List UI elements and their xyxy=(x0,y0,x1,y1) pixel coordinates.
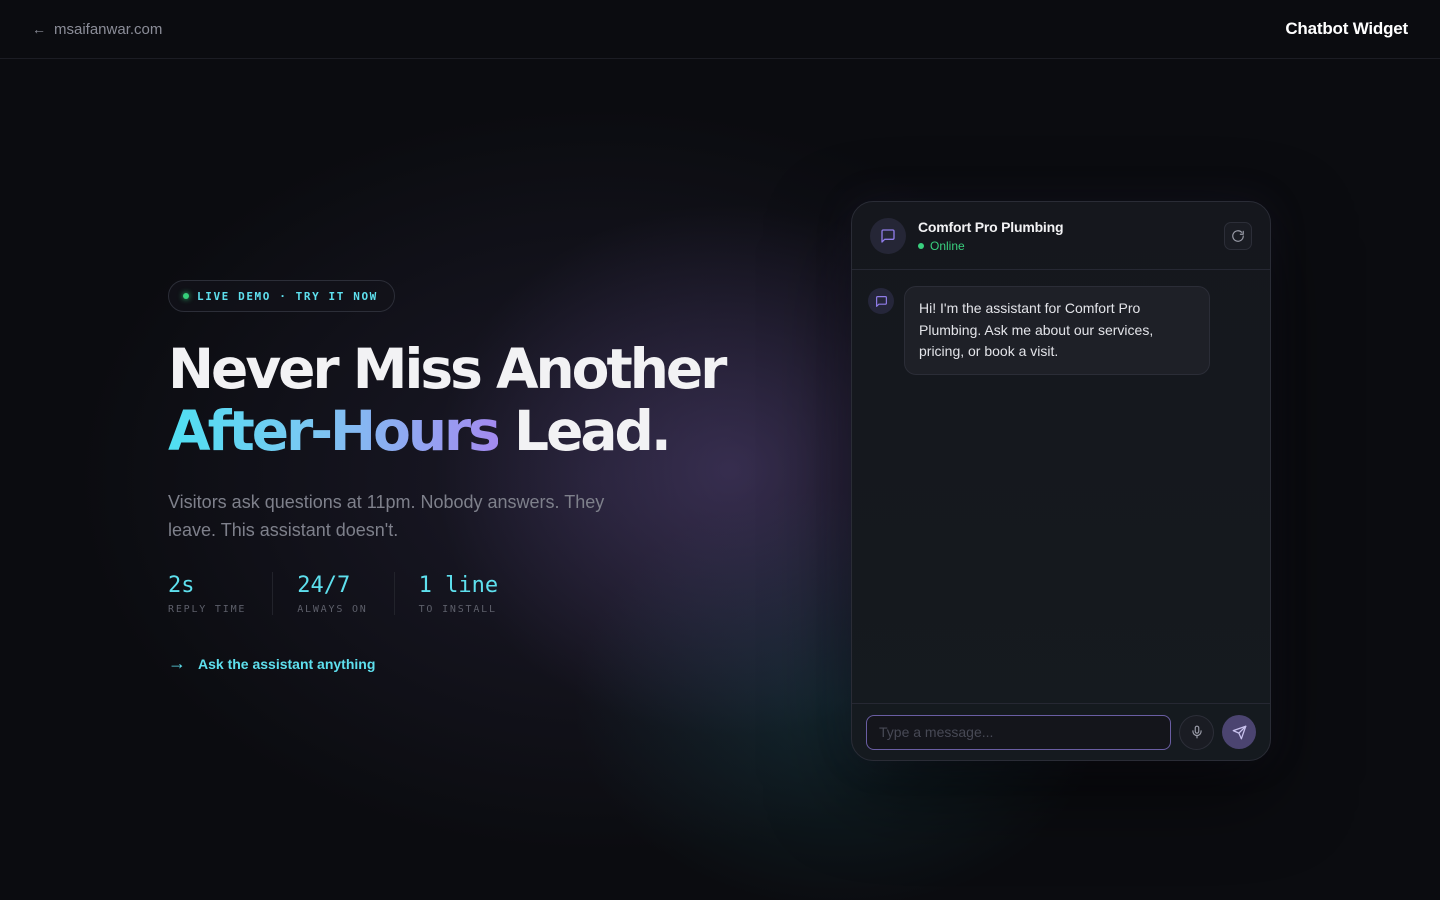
stat-label: TO INSTALL xyxy=(418,604,497,615)
microphone-icon xyxy=(1191,725,1202,739)
bot-message: Hi! I'm the assistant for Comfort Pro Pl… xyxy=(868,286,1254,375)
headline-plain-text: Lead. xyxy=(497,399,672,463)
hero-section: LIVE DEMO · TRY IT NOW Never Miss Anothe… xyxy=(168,280,728,674)
message-composer xyxy=(852,703,1270,760)
top-bar: ← msaifanwar.com Chatbot Widget xyxy=(0,0,1440,59)
refresh-icon xyxy=(1232,229,1244,242)
chat-title-block: Comfort Pro Plumbing Online xyxy=(918,218,1064,253)
online-dot-icon xyxy=(918,242,924,249)
business-name: Comfort Pro Plumbing xyxy=(918,218,1064,235)
chat-bubble-icon xyxy=(868,288,894,314)
live-demo-badge: LIVE DEMO · TRY IT NOW xyxy=(168,280,395,312)
back-arrow-icon: ← xyxy=(32,21,46,37)
chat-header: Comfort Pro Plumbing Online xyxy=(852,202,1270,270)
send-icon xyxy=(1232,725,1246,739)
hero-headline: Never Miss Another After-Hours Lead. xyxy=(168,338,728,462)
stats-row: 2s REPLY TIME 24/7 ALWAYS ON 1 line TO I… xyxy=(168,572,728,615)
message-input[interactable] xyxy=(866,714,1172,750)
live-demo-badge-label: LIVE DEMO · TRY IT NOW xyxy=(197,289,378,303)
hero-subtitle: Visitors ask questions at 11pm. Nobody a… xyxy=(168,492,605,540)
back-link-label: msaifanwar.com xyxy=(54,20,163,38)
message-bubble: Hi! I'm the assistant for Comfort Pro Pl… xyxy=(904,286,1210,375)
microphone-button[interactable] xyxy=(1179,714,1215,750)
stat-reply-time: 2s REPLY TIME xyxy=(168,572,272,615)
stat-label: REPLY TIME xyxy=(168,604,247,615)
chat-widget: Comfort Pro Plumbing Online Hi! I'm the … xyxy=(851,201,1271,761)
send-button[interactable] xyxy=(1222,715,1256,749)
refresh-button[interactable] xyxy=(1224,221,1252,250)
message-list: Hi! I'm the assistant for Comfort Pro Pl… xyxy=(852,270,1270,375)
stat-install: 1 line TO INSTALL xyxy=(393,572,524,615)
page-title: Chatbot Widget xyxy=(1285,19,1408,38)
stat-value: 2s xyxy=(168,573,195,598)
chat-bubble-icon xyxy=(870,217,906,254)
headline-line-1: Never Miss Another xyxy=(168,337,727,401)
arrow-right-icon: → xyxy=(168,653,186,673)
back-link[interactable]: ← msaifanwar.com xyxy=(32,21,162,38)
live-dot-icon xyxy=(183,293,189,299)
headline-gradient-text: After-Hours xyxy=(168,399,501,463)
ask-assistant-link[interactable]: → Ask the assistant anything xyxy=(168,653,728,674)
ask-assistant-label: Ask the assistant anything xyxy=(198,655,376,672)
online-status: Online xyxy=(918,239,1063,253)
stat-always-on: 24/7 ALWAYS ON xyxy=(272,572,393,615)
headline-line-2: After-Hours Lead. xyxy=(168,400,728,462)
online-status-label: Online xyxy=(930,238,965,253)
stat-value: 24/7 xyxy=(297,573,351,598)
stat-label: ALWAYS ON xyxy=(297,604,368,615)
stat-value: 1 line xyxy=(418,573,499,598)
